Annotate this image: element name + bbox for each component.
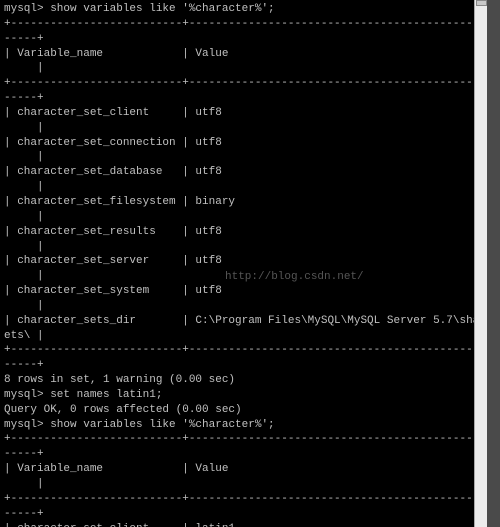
terminal-line: | character_set_filesystem | binary bbox=[4, 195, 470, 210]
terminal-line: | character_set_connection | utf8 bbox=[4, 136, 470, 151]
mysql-prompt: mysql> bbox=[4, 389, 44, 401]
terminal-line: | bbox=[4, 477, 470, 492]
terminal-line: -----+ bbox=[4, 507, 470, 522]
terminal-line: -----+ bbox=[4, 91, 470, 106]
terminal-line: mysql> set names latin1; bbox=[4, 388, 470, 403]
terminal-line: | bbox=[4, 180, 470, 195]
terminal-line: +--------------------------+------------… bbox=[4, 432, 470, 447]
terminal-line: | bbox=[4, 210, 470, 225]
window-edge bbox=[487, 0, 500, 527]
terminal-line: | character_set_client | latin1 bbox=[4, 522, 470, 527]
terminal-line: ets\ | bbox=[4, 329, 470, 344]
terminal-output: mysql> show variables like '%character%'… bbox=[0, 0, 474, 527]
scrollbar-thumb[interactable] bbox=[476, 0, 487, 6]
mysql-prompt: mysql> bbox=[4, 419, 44, 431]
mysql-prompt: mysql> bbox=[4, 3, 44, 15]
terminal-line: | character_set_server | utf8 bbox=[4, 254, 470, 269]
terminal-line: | character_sets_dir | C:\Program Files\… bbox=[4, 314, 470, 329]
terminal-line: | character_set_client | utf8 bbox=[4, 106, 470, 121]
terminal-line: mysql> show variables like '%character%'… bbox=[4, 418, 470, 433]
terminal-line: mysql> show variables like '%character%'… bbox=[4, 2, 470, 17]
terminal-line: | character_set_system | utf8 bbox=[4, 284, 470, 299]
terminal-line: | bbox=[4, 150, 470, 165]
terminal-line: +--------------------------+------------… bbox=[4, 492, 470, 507]
terminal-line: | character_set_database | utf8 bbox=[4, 165, 470, 180]
terminal-line: | Variable_name | Value bbox=[4, 47, 470, 62]
terminal-line: +--------------------------+------------… bbox=[4, 76, 470, 91]
terminal-line: -----+ bbox=[4, 358, 470, 373]
vertical-scrollbar[interactable] bbox=[474, 0, 487, 527]
terminal-line: +--------------------------+------------… bbox=[4, 343, 470, 358]
terminal-line: | bbox=[4, 269, 470, 284]
terminal-line: | Variable_name | Value bbox=[4, 462, 470, 477]
terminal-line: | bbox=[4, 61, 470, 76]
terminal-line: | character_set_results | utf8 bbox=[4, 225, 470, 240]
terminal-line: | bbox=[4, 299, 470, 314]
terminal-line: +--------------------------+------------… bbox=[4, 17, 470, 32]
terminal-line: -----+ bbox=[4, 32, 470, 47]
terminal-line: | bbox=[4, 121, 470, 136]
terminal-line: -----+ bbox=[4, 447, 470, 462]
terminal-line: 8 rows in set, 1 warning (0.00 sec) bbox=[4, 373, 470, 388]
terminal-line: | bbox=[4, 240, 470, 255]
terminal-line: Query OK, 0 rows affected (0.00 sec) bbox=[4, 403, 470, 418]
